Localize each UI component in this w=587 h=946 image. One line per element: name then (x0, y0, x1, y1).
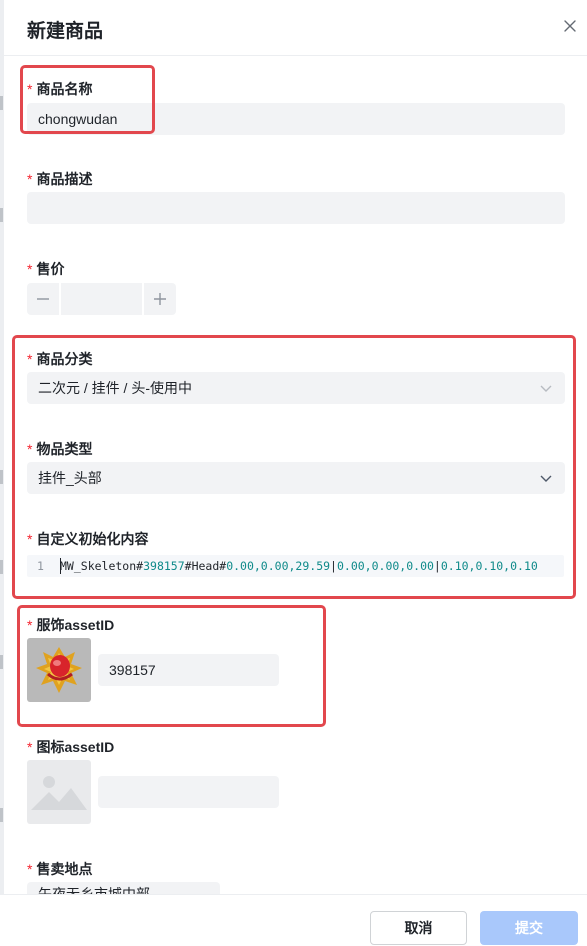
name-input[interactable]: chongwudan (27, 103, 565, 135)
icon-asset-input[interactable] (98, 776, 279, 808)
item-type-select[interactable]: 挂件_头部 (27, 462, 565, 494)
plus-icon[interactable] (144, 283, 176, 315)
outfit-asset-label: * 服饰assetID (27, 617, 115, 633)
category-label: * 商品分类 (27, 351, 93, 367)
icon-asset-placeholder[interactable] (27, 760, 91, 824)
cancel-button[interactable]: 取消 (370, 911, 467, 945)
submit-button[interactable]: 提交 (480, 911, 578, 945)
dialog-header: 新建商品 (0, 0, 587, 56)
minus-icon[interactable] (27, 283, 59, 315)
close-icon[interactable] (561, 17, 579, 35)
helmet-ornament-image (36, 647, 82, 693)
outfit-asset-thumbnail[interactable] (27, 638, 91, 702)
code-line: MW_Skeleton#398157#Head#0.00,0.00,29.59|… (60, 555, 538, 577)
code-segment: #Head# (184, 559, 227, 573)
code-segment: MW_Skeleton# (60, 559, 144, 573)
description-label: * 商品描述 (27, 171, 93, 187)
description-input[interactable] (27, 192, 565, 224)
code-segment: 0.10,0.10,0.10 (440, 559, 538, 573)
price-label: * 售价 (27, 261, 65, 277)
icon-asset-label: * 图标assetID (27, 739, 115, 755)
line-number: 1 (37, 559, 44, 573)
outfit-asset-input[interactable]: 398157 (98, 654, 279, 686)
text-cursor (60, 558, 61, 574)
price-stepper[interactable] (27, 283, 176, 315)
price-input[interactable] (61, 283, 142, 315)
image-placeholder-icon (31, 776, 87, 810)
dialog-footer: 取消 提交 (0, 894, 587, 946)
chevron-down-icon (540, 385, 552, 392)
item-type-label: * 物品类型 (27, 441, 93, 457)
background-overlay-edge (0, 0, 4, 946)
code-segment: | (330, 559, 337, 573)
custom-init-label: * 自定义初始化内容 (27, 531, 149, 547)
sale-location-label: * 售卖地点 (27, 861, 93, 877)
dialog-title: 新建商品 (27, 21, 104, 42)
sale-location-select[interactable]: 午夜无乡市城中部 (27, 882, 220, 894)
code-segment: 0.00,0.00,29.59 (226, 559, 331, 573)
code-segment: | (433, 559, 441, 573)
code-segment: 0.00,0.00,0.00 (336, 559, 434, 573)
chevron-down-icon (540, 475, 552, 482)
name-label: * 商品名称 (27, 81, 93, 97)
code-segment: 398157 (143, 559, 185, 573)
category-select[interactable]: 二次元 / 挂件 / 头-使用中 (27, 372, 565, 404)
custom-init-code-editor[interactable]: 1 MW_Skeleton#398157#Head#0.00,0.00,29.5… (27, 555, 564, 577)
